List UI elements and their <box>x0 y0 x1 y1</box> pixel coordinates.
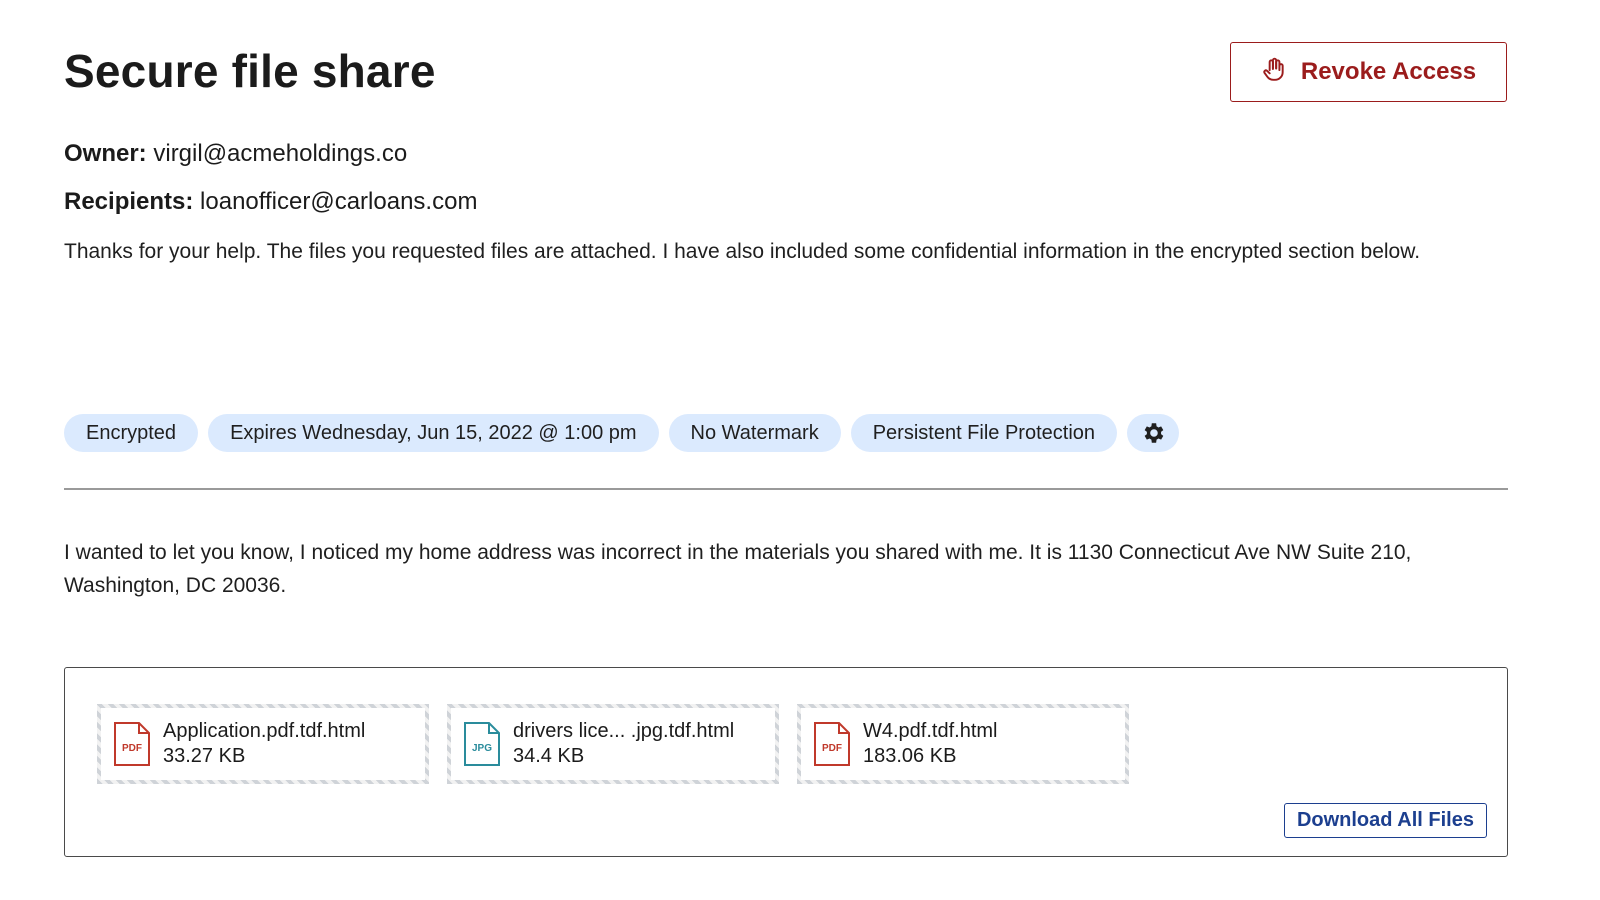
file-size: 33.27 KB <box>163 745 246 767</box>
pdf-file-icon: PDF <box>814 722 850 766</box>
owner-line: Owner: virgil@acmeholdings.co <box>64 140 407 168</box>
hand-stop-icon <box>1261 56 1287 89</box>
revoke-access-label: Revoke Access <box>1300 58 1477 85</box>
file-size: 34.4 KB <box>513 745 585 767</box>
file-type-label: PDF <box>822 743 842 754</box>
recipients-value: loanofficer@carloans.com <box>200 188 478 215</box>
recipients-line: Recipients: loanofficer@carloans.com <box>64 188 477 216</box>
tag-encrypted: Encrypted <box>64 414 199 452</box>
tag-persistent-protection: Persistent File Protection <box>850 414 1118 452</box>
policy-tags: Encrypted Expires Wednesday, Jun 15, 202… <box>64 414 1180 452</box>
gear-icon <box>1144 423 1164 443</box>
owner-value: virgil@acmeholdings.co <box>153 140 408 167</box>
file-size: 183.06 KB <box>863 745 957 767</box>
section-divider <box>64 488 1508 490</box>
file-name: W4.pdf.tdf.html <box>863 720 998 742</box>
attachments-panel: PDF Application.pdf.tdf.html 33.27 KB JP… <box>64 667 1508 857</box>
file-card[interactable]: PDF W4.pdf.tdf.html 183.06 KB <box>797 704 1129 784</box>
owner-label: Owner: <box>64 140 147 167</box>
encrypted-message: I wanted to let you know, I noticed my h… <box>64 541 1412 597</box>
page-title: Secure file share <box>64 45 436 97</box>
file-name: drivers lice... .jpg.tdf.html <box>513 720 735 742</box>
file-card[interactable]: PDF Application.pdf.tdf.html 33.27 KB <box>97 704 429 784</box>
jpg-file-icon: JPG <box>464 722 500 766</box>
download-all-button[interactable]: Download All Files <box>1283 803 1487 838</box>
file-type-label: PDF <box>122 743 142 754</box>
file-type-label: JPG <box>472 743 492 754</box>
file-card[interactable]: JPG drivers lice... .jpg.tdf.html 34.4 K… <box>447 704 779 784</box>
pdf-file-icon: PDF <box>114 722 150 766</box>
file-name: Application.pdf.tdf.html <box>163 720 366 742</box>
settings-button[interactable] <box>1127 414 1180 452</box>
revoke-access-button[interactable]: Revoke Access <box>1230 42 1507 102</box>
tag-watermark: No Watermark <box>668 414 841 452</box>
recipients-label: Recipients: <box>64 188 194 215</box>
public-message: Thanks for your help. The files you requ… <box>64 240 1421 263</box>
tag-expiration: Expires Wednesday, Jun 15, 2022 @ 1:00 p… <box>208 414 659 452</box>
